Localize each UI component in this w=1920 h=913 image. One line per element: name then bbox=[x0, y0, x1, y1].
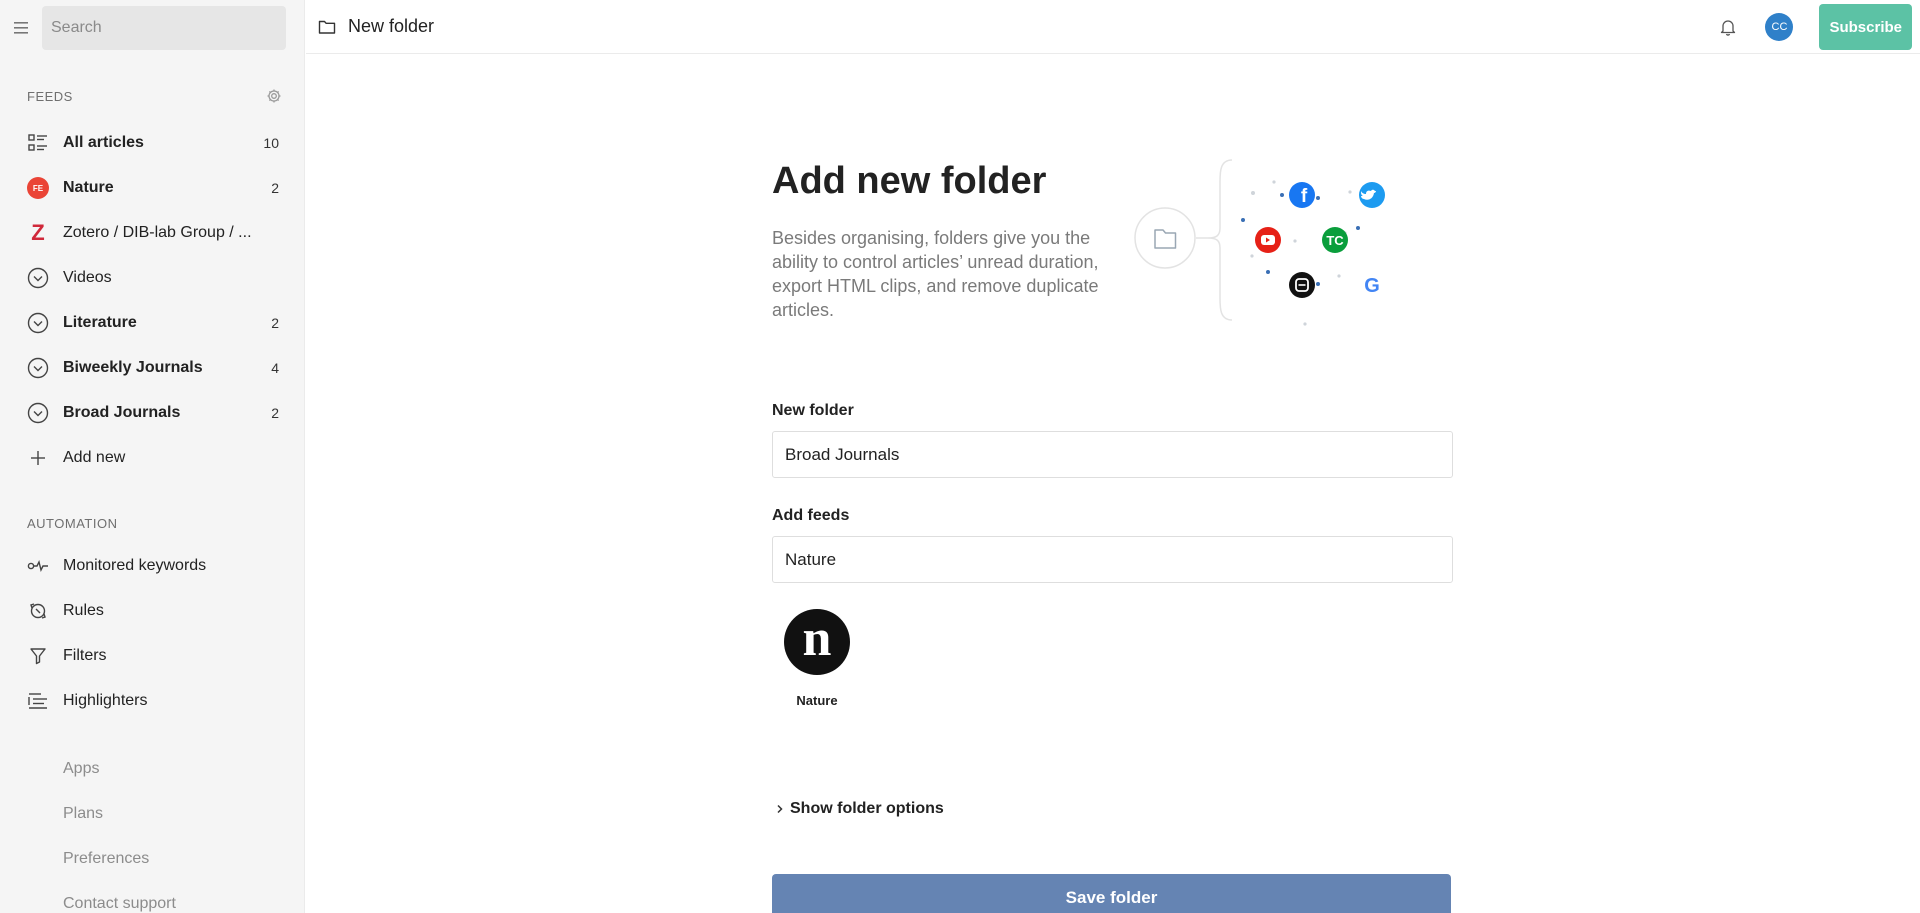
form-title: Add new folder bbox=[772, 160, 1047, 202]
save-folder-button[interactable]: Save folder bbox=[772, 874, 1451, 913]
add-feeds-input[interactable] bbox=[772, 536, 1453, 583]
automation-section-header: AUTOMATION bbox=[27, 516, 282, 531]
sidebar-item-add-new[interactable]: Add new bbox=[0, 436, 304, 480]
sidebar-top bbox=[0, 0, 304, 55]
selected-feed-nature[interactable]: n Nature bbox=[772, 609, 862, 708]
unread-count: 2 bbox=[271, 405, 279, 421]
sidebar-item-label: All articles bbox=[63, 134, 144, 151]
feeds-illustration: f TC G bbox=[1132, 152, 1432, 332]
search-input[interactable] bbox=[42, 5, 286, 50]
form-description: Besides organising, folders give you the… bbox=[772, 228, 1099, 320]
fe-badge-icon: FE bbox=[27, 177, 49, 199]
subscribe-button[interactable]: Subscribe bbox=[1819, 4, 1912, 50]
show-folder-options-label: Show folder options bbox=[790, 800, 944, 817]
new-folder-label: New folder bbox=[772, 402, 854, 419]
add-feeds-label: Add feeds bbox=[772, 507, 850, 524]
folder-collapse-icon[interactable] bbox=[27, 312, 49, 334]
sidebar-item-all-articles[interactable]: All articles 10 bbox=[0, 121, 304, 165]
sidebar-item-broad-journals[interactable]: Broad Journals 2 bbox=[0, 391, 304, 435]
nature-logo-icon: n bbox=[784, 609, 850, 675]
sidebar-link-contact-support[interactable]: Contact support bbox=[0, 882, 304, 913]
avatar[interactable]: CC bbox=[1765, 13, 1794, 41]
zotero-icon: Z bbox=[31, 220, 45, 245]
folder-icon bbox=[318, 19, 336, 35]
sidebar-item-zotero[interactable]: Z Zotero / DIB-lab Group / ... bbox=[0, 211, 304, 255]
sidebar-item-literature[interactable]: Literature 2 bbox=[0, 301, 304, 345]
folder-collapse-icon[interactable] bbox=[27, 357, 49, 379]
sidebar-link-label: Plans bbox=[63, 805, 104, 822]
rules-icon bbox=[27, 600, 49, 622]
unread-count: 2 bbox=[271, 180, 279, 196]
sidebar-item-label: Nature bbox=[63, 179, 114, 196]
automation-heading: AUTOMATION bbox=[27, 516, 118, 531]
bell-icon[interactable] bbox=[1717, 16, 1739, 38]
page-title: New folder bbox=[348, 16, 435, 36]
sidebar-item-label: Broad Journals bbox=[63, 404, 181, 421]
plus-icon bbox=[27, 447, 49, 469]
sidebar-link-label: Contact support bbox=[63, 895, 176, 912]
sidebar-item-rules[interactable]: Rules bbox=[0, 589, 304, 633]
filter-icon bbox=[27, 645, 49, 667]
sidebar-item-label: Videos bbox=[63, 269, 112, 286]
sidebar-item-videos[interactable]: Videos bbox=[0, 256, 304, 300]
feeds-section-header: FEEDS bbox=[27, 88, 282, 104]
sidebar-item-biweekly-journals[interactable]: Biweekly Journals 4 bbox=[0, 346, 304, 390]
unread-count: 4 bbox=[271, 360, 279, 376]
show-folder-options-toggle[interactable]: Show folder options bbox=[776, 800, 944, 818]
sidebar: FEEDS All articles 10 FE Nature 2 Z Zote… bbox=[0, 0, 305, 913]
sidebar-item-label: Biweekly Journals bbox=[63, 359, 203, 376]
folder-name-input[interactable] bbox=[772, 431, 1453, 478]
sidebar-link-apps[interactable]: Apps bbox=[0, 747, 304, 791]
sidebar-item-label: Literature bbox=[63, 314, 137, 331]
menu-icon[interactable] bbox=[12, 18, 32, 38]
sidebar-link-plans[interactable]: Plans bbox=[0, 792, 304, 836]
sidebar-item-label: Monitored keywords bbox=[63, 557, 207, 574]
svg-text:TC: TC bbox=[1326, 233, 1344, 248]
chevron-right-icon bbox=[776, 804, 784, 814]
gear-icon[interactable] bbox=[266, 88, 282, 104]
sidebar-item-label: Rules bbox=[63, 602, 104, 619]
header-actions: CC Subscribe bbox=[1717, 0, 1912, 54]
sidebar-item-label: Zotero / DIB-lab Group / ... bbox=[63, 224, 252, 241]
highlighter-icon bbox=[27, 690, 49, 712]
sidebar-item-monitored-keywords[interactable]: Monitored keywords bbox=[0, 544, 304, 588]
sidebar-link-preferences[interactable]: Preferences bbox=[0, 837, 304, 881]
sidebar-item-label: Highlighters bbox=[63, 692, 148, 709]
keywords-icon bbox=[27, 555, 49, 577]
sidebar-link-label: Preferences bbox=[63, 850, 150, 867]
feed-name: Nature bbox=[796, 693, 838, 708]
svg-text:f: f bbox=[1301, 186, 1308, 207]
unread-count: 10 bbox=[263, 135, 279, 151]
svg-text:G: G bbox=[1364, 275, 1380, 297]
sidebar-item-label: Add new bbox=[63, 449, 126, 466]
sidebar-link-label: Apps bbox=[63, 760, 100, 777]
sidebar-item-label: Filters bbox=[63, 647, 107, 664]
all-articles-icon bbox=[27, 132, 49, 154]
sidebar-item-filters[interactable]: Filters bbox=[0, 634, 304, 678]
breadcrumb: New folder bbox=[318, 16, 434, 37]
sidebar-item-nature[interactable]: FE Nature 2 bbox=[0, 166, 304, 210]
folder-collapse-icon[interactable] bbox=[27, 267, 49, 289]
sidebar-item-highlighters[interactable]: Highlighters bbox=[0, 679, 304, 723]
folder-collapse-icon[interactable] bbox=[27, 402, 49, 424]
top-bar: New folder CC Subscribe bbox=[306, 0, 1920, 54]
feeds-heading: FEEDS bbox=[27, 88, 73, 104]
unread-count: 2 bbox=[271, 315, 279, 331]
